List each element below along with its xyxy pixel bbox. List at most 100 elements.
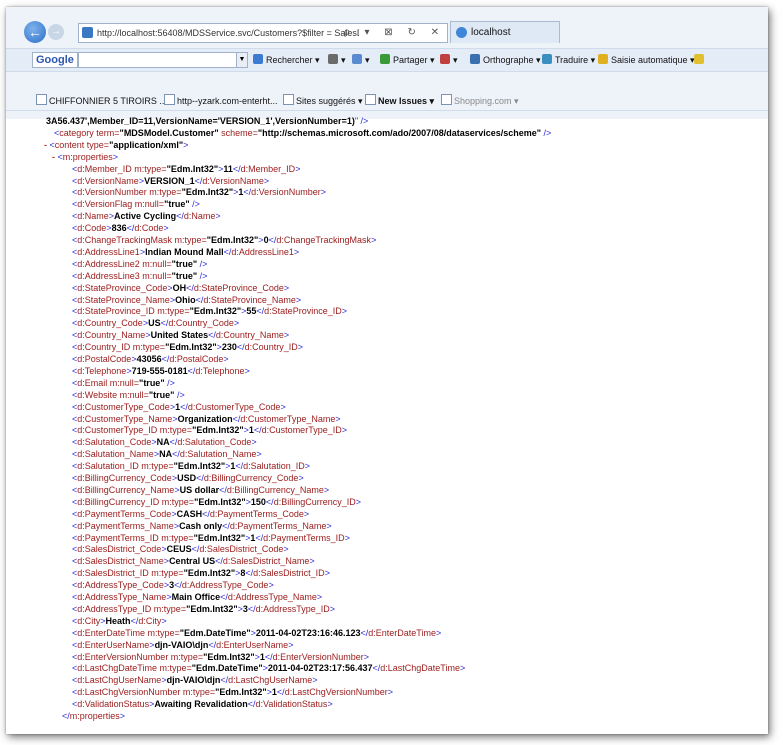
toolbar-share-button[interactable]: Partager ▾ bbox=[380, 53, 435, 67]
ie-page-icon bbox=[456, 27, 467, 38]
xml-token: d:SalesDistrict_ID m:type= bbox=[77, 568, 184, 579]
xml-token: 11 bbox=[223, 163, 233, 174]
tab-localhost[interactable]: localhost bbox=[450, 21, 560, 43]
spellcheck-icon bbox=[470, 54, 480, 64]
favorite-item[interactable]: Sites suggérés ▾ bbox=[283, 94, 363, 108]
xml-line[interactable]: - <m:properties> bbox=[52, 151, 118, 163]
xml-token: Central US bbox=[169, 556, 216, 567]
xml-token: d:VersionFlag m:null= bbox=[77, 199, 165, 210]
xml-line: <d:BillingCurrency_Code>USD</d:BillingCu… bbox=[72, 472, 304, 484]
xml-token: 836 bbox=[111, 223, 127, 234]
favorite-item[interactable]: CHIFFONNIER 5 TIROIRS ... bbox=[36, 94, 167, 108]
xml-token: d:Country_Name bbox=[77, 330, 146, 341]
xml-token: 43056 bbox=[136, 354, 162, 364]
xml-token: d:StateProvince_Name bbox=[203, 294, 296, 305]
xml-token: </ bbox=[245, 568, 254, 579]
favorite-item[interactable]: http--yzark.com-enterht... bbox=[164, 94, 278, 108]
xml-token: d:StateProvince_Name bbox=[77, 294, 170, 305]
xml-token: d:EnterVersionNumber m:type= bbox=[77, 651, 204, 662]
xml-line: <d:Salutation_Code>NA</d:Salutation_Code… bbox=[72, 436, 257, 448]
xml-line: <d:ValidationStatus>Awaiting Revalidatio… bbox=[72, 698, 333, 710]
toolbar-puzzle-button[interactable]: ▾ bbox=[352, 53, 370, 67]
xml-token: d:Country_Code bbox=[77, 318, 143, 329]
toolbar-page-button[interactable]: ▾ bbox=[328, 53, 346, 67]
xml-line: <d:Country_ID m:type="Edm.Int32">230</d:… bbox=[72, 341, 303, 353]
xml-token: d:Salutation_Name bbox=[179, 449, 257, 460]
xml-token: CEUS bbox=[166, 544, 192, 555]
xml-line: <d:LastChgDateTime m:type="Edm.DateTime"… bbox=[72, 662, 465, 674]
back-arrow-icon[interactable]: ← bbox=[24, 21, 46, 43]
address-bar-buttons[interactable]: ρ ▾ ⊠ ↻ ✕ bbox=[344, 24, 445, 42]
toolbar-item-label: ▾ bbox=[365, 55, 370, 65]
xml-token: "true" bbox=[139, 377, 165, 388]
xml-line: <category term="MDSModel.Customer" schem… bbox=[54, 127, 551, 139]
xml-token: </ bbox=[62, 711, 70, 721]
url-text[interactable]: http://localhost:56408/MDSService.svc/Cu… bbox=[97, 24, 359, 42]
forward-arrow-icon[interactable]: → bbox=[48, 24, 64, 40]
xml-token: </ bbox=[253, 425, 262, 436]
xml-token: d:City bbox=[138, 615, 162, 626]
xml-token: "application/xml" bbox=[109, 139, 184, 150]
xml-token: </ bbox=[172, 449, 180, 460]
google-logo[interactable]: Google bbox=[32, 52, 78, 68]
xml-token: > bbox=[341, 306, 347, 317]
xml-token: d:ChangeTrackingMask bbox=[276, 235, 372, 245]
xml-line: <d:SalesDistrict_ID m:type="Edm.Int32">8… bbox=[72, 567, 330, 579]
address-bar[interactable]: http://localhost:56408/MDSService.svc/Cu… bbox=[78, 23, 448, 43]
xml-line: <d:EnterUserName>djn-VAIO\djn</d:EnterUs… bbox=[72, 639, 293, 651]
xml-token: d:CustomerType_Code bbox=[187, 401, 281, 412]
xml-token: d:LastChgVersionNumber m:type= bbox=[77, 687, 216, 698]
xml-line[interactable]: - <content type="application/xml"> bbox=[44, 139, 188, 151]
xml-token: djn-VAIO\djn bbox=[154, 639, 209, 650]
xml-line: <d:Salutation_Name>NA</d:Salutation_Name… bbox=[72, 448, 262, 460]
xml-token: > bbox=[323, 484, 330, 495]
xml-token: d:CustomerType_ID bbox=[261, 425, 342, 436]
xml-token: > bbox=[435, 627, 442, 638]
toolbar-item-label: Partager ▾ bbox=[393, 55, 435, 65]
xml-token: d:ChangeTrackingMask m:type= bbox=[77, 235, 207, 245]
xml-token: > bbox=[295, 163, 301, 174]
xml-token: d:Salutation_ID m:type= bbox=[77, 461, 174, 472]
xml-token: d:EnterDateTime m:type= bbox=[77, 627, 180, 638]
xml-token: /> bbox=[197, 258, 208, 269]
xml-token: d:AddressLine2 m:null= bbox=[77, 258, 172, 269]
xml-token: </ bbox=[219, 484, 227, 495]
xml-token: > bbox=[163, 223, 169, 234]
toolbar-spellcheck-button[interactable]: Orthographe ▾ bbox=[470, 53, 541, 67]
xml-token: > bbox=[344, 532, 350, 543]
xml-token: "Edm.Int32" bbox=[194, 496, 246, 507]
xml-token: d:Salutation_ID bbox=[243, 461, 305, 472]
xml-token: d:AddressLine3 m:null= bbox=[77, 270, 172, 281]
xml-token: NA bbox=[159, 449, 173, 460]
xml-token: d:AddressLine1 bbox=[231, 246, 294, 257]
toolbar-search-button[interactable]: Rechercher ▾ bbox=[253, 53, 320, 67]
xml-token: "Edm.DateTime" bbox=[179, 627, 251, 638]
favorite-item[interactable]: Shopping.com ▾ bbox=[441, 94, 519, 108]
xml-token: "Edm.Int32" bbox=[215, 687, 267, 698]
xml-token: </ bbox=[256, 306, 265, 317]
xml-token: scheme= bbox=[218, 127, 258, 138]
xml-token: US bbox=[148, 318, 161, 329]
xml-token: </ bbox=[236, 342, 245, 353]
xml-token: d:Salutation_Code bbox=[77, 437, 152, 448]
xml-token: Heath bbox=[105, 615, 131, 626]
pencil-icon[interactable] bbox=[694, 53, 707, 67]
toolbar-item-label: ▾ bbox=[453, 55, 458, 65]
xml-token: > bbox=[324, 568, 330, 579]
toolbar-translate-button[interactable]: Traduire ▾ bbox=[542, 53, 595, 67]
xml-token: </ bbox=[247, 699, 256, 710]
xml-token: d:Member_ID bbox=[240, 163, 296, 174]
xml-token: d:Member_ID m:type= bbox=[77, 163, 167, 174]
toolbar-flag-button[interactable]: ▾ bbox=[440, 53, 458, 67]
xml-token: > bbox=[297, 342, 303, 353]
xml-token: > bbox=[256, 449, 262, 460]
google-search-input[interactable] bbox=[78, 52, 238, 68]
xml-token: d:BillingCurrency_Name bbox=[226, 484, 324, 495]
toolbar-autofill-button[interactable]: Saisie automatique ▾ bbox=[598, 53, 695, 67]
xml-line: <d:StateProvince_Name>Ohio</d:StateProvi… bbox=[72, 294, 301, 306]
chevron-down-icon[interactable]: ▼ bbox=[236, 52, 248, 68]
xml-token: d:AddressLine1 bbox=[77, 246, 140, 257]
xml-token: "Edm.Int32" bbox=[203, 651, 255, 662]
xml-token: > bbox=[283, 282, 290, 293]
favorite-item[interactable]: New Issues ▾ bbox=[365, 94, 434, 108]
